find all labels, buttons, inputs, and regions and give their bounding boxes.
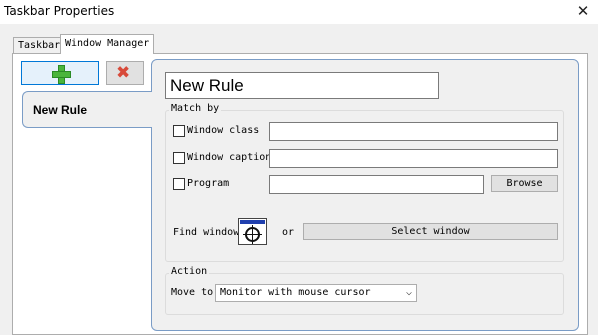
- program-input[interactable]: [269, 175, 484, 194]
- window-class-input[interactable]: [269, 122, 558, 141]
- find-window-label: Find window: [173, 227, 240, 238]
- match-by-legend: Match by: [169, 103, 222, 114]
- or-label: or: [282, 227, 295, 238]
- action-legend: Action: [169, 266, 210, 277]
- tab-window-manager[interactable]: Window Manager: [60, 34, 155, 54]
- window-caption-checkbox[interactable]: [173, 152, 185, 164]
- select-window-button[interactable]: Select window: [303, 223, 558, 240]
- move-to-select[interactable]: Monitor with mouse cursor ⌵: [215, 284, 417, 302]
- browse-button[interactable]: Browse: [491, 175, 558, 192]
- rule-name-input[interactable]: [165, 72, 439, 99]
- add-rule-button[interactable]: [21, 61, 99, 85]
- delete-rule-button[interactable]: ✖: [106, 61, 144, 85]
- window-title: Taskbar Properties: [4, 4, 115, 18]
- title-bar: Taskbar Properties ✕: [0, 0, 598, 24]
- program-checkbox[interactable]: [173, 178, 185, 190]
- window-class-label: Window class: [187, 125, 260, 136]
- rule-list-item-label: New Rule: [33, 103, 88, 117]
- window-caption-input[interactable]: [269, 149, 558, 168]
- chevron-down-icon: ⌵: [405, 287, 412, 298]
- move-to-label: Move to: [171, 287, 214, 298]
- crosshair-finder-icon[interactable]: [238, 218, 267, 245]
- move-to-value: Monitor with mouse cursor: [220, 287, 371, 298]
- rule-list-item[interactable]: New Rule: [22, 91, 152, 128]
- window-caption-label: Window caption: [187, 152, 272, 163]
- program-label: Program: [187, 178, 230, 189]
- plus-icon: [52, 65, 71, 84]
- red-x-icon: ✖: [116, 63, 131, 83]
- close-icon[interactable]: ✕: [574, 2, 592, 20]
- tab-taskbar[interactable]: Taskbar: [13, 37, 66, 53]
- window-class-checkbox[interactable]: [173, 125, 185, 137]
